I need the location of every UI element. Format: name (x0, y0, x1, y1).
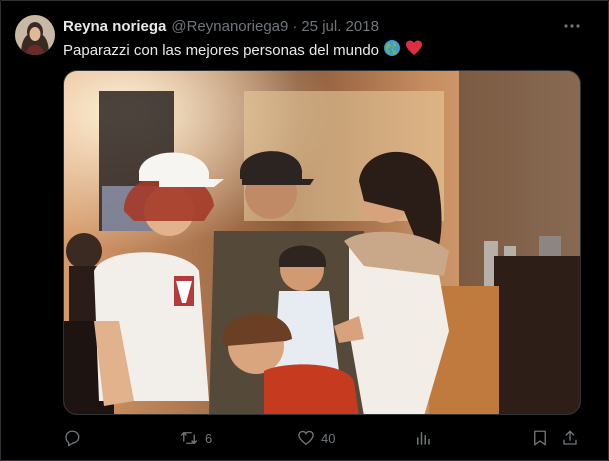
tweet-actions: 6 40 (63, 427, 581, 449)
tweet-card[interactable]: Reyna noriega @Reynanoriega9 · 25 jul. 2… (0, 0, 609, 461)
heart-icon (298, 430, 314, 446)
reply-button[interactable] (63, 427, 87, 449)
author-handle[interactable]: @Reynanoriega9 (171, 18, 288, 35)
reply-icon (65, 430, 80, 447)
more-icon (564, 24, 580, 28)
avatar[interactable] (15, 15, 55, 55)
tweet-text-content: Paparazzi con las mejores personas del m… (63, 41, 380, 59)
share-icon (563, 430, 577, 445)
tweet-text: Paparazzi con las mejores personas del m… (63, 39, 423, 61)
author-name[interactable]: Reyna noriega (63, 18, 166, 35)
views-button[interactable] (414, 427, 438, 449)
globe-icon (383, 39, 401, 61)
tweet-photo[interactable] (63, 70, 581, 415)
retweet-button[interactable]: 6 (179, 427, 212, 449)
separator-dot: · (292, 17, 298, 35)
retweet-count: 6 (205, 430, 213, 446)
red-heart-icon (405, 39, 423, 61)
share-button[interactable] (561, 427, 579, 449)
tweet-date[interactable]: 25 jul. 2018 (301, 18, 379, 35)
like-count: 40 (321, 430, 336, 446)
views-icon (417, 432, 430, 445)
bookmark-button[interactable] (531, 427, 549, 449)
more-options-button[interactable] (561, 15, 583, 37)
like-button[interactable]: 40 (297, 427, 335, 449)
tweet-header: Reyna noriega @Reynanoriega9 · 25 jul. 2… (63, 16, 379, 36)
retweet-icon (180, 432, 198, 444)
bookmark-icon (534, 430, 546, 446)
